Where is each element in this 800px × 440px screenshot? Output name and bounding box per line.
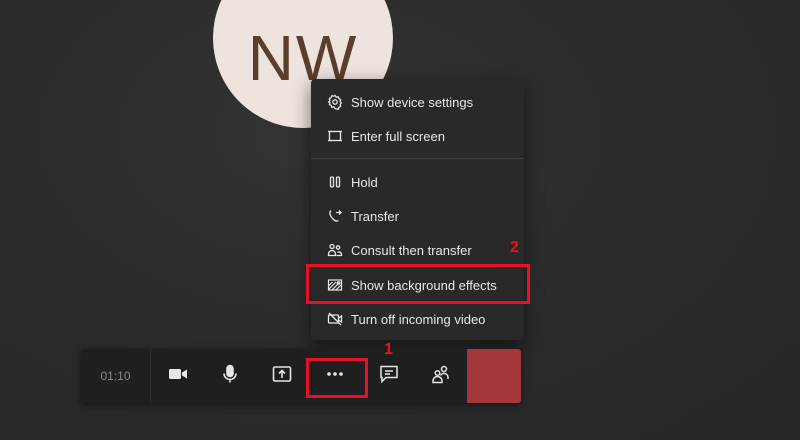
fullscreen-icon (326, 127, 344, 145)
menu-item-full-screen[interactable]: Enter full screen (311, 119, 524, 153)
call-timer: 01:10 (100, 369, 131, 383)
menu-item-transfer[interactable]: Transfer (311, 199, 524, 233)
camera-button[interactable] (152, 349, 204, 403)
menu-item-consult-transfer[interactable]: Consult then transfer (311, 233, 524, 267)
highlight-background-effects (306, 264, 530, 304)
menu-item-label: Consult then transfer (351, 242, 472, 258)
step-number-1: 1 (384, 341, 393, 358)
step-number-2: 2 (510, 239, 519, 256)
toolbar-divider (150, 349, 151, 403)
video-off-icon (326, 310, 344, 328)
share-screen-icon (271, 363, 293, 390)
participants-button[interactable] (415, 349, 467, 403)
hang-up-button[interactable] (467, 349, 521, 403)
gear-icon (326, 93, 344, 111)
menu-item-label: Show device settings (351, 94, 474, 110)
menu-item-label: Transfer (351, 208, 399, 224)
pause-icon (326, 173, 344, 191)
menu-item-label: Turn off incoming video (351, 311, 486, 327)
meeting-stage: NW Show device settings Enter full scree… (0, 0, 800, 440)
share-screen-button[interactable] (256, 349, 308, 403)
menu-item-label: Enter full screen (351, 128, 445, 144)
call-toolbar: 01:10 (81, 349, 521, 403)
participants-icon (430, 363, 452, 390)
camera-icon (167, 363, 189, 390)
microphone-button[interactable] (204, 349, 256, 403)
menu-item-hold[interactable]: Hold (311, 165, 524, 199)
menu-divider (311, 158, 524, 159)
menu-item-device-settings[interactable]: Show device settings (311, 85, 524, 119)
microphone-icon (219, 363, 241, 390)
highlight-more-options (306, 358, 368, 398)
chat-icon (378, 363, 400, 390)
menu-item-label: Hold (351, 174, 378, 190)
menu-item-turn-off-video[interactable]: Turn off incoming video (311, 302, 524, 336)
consult-transfer-icon (326, 241, 344, 259)
transfer-icon (326, 207, 344, 225)
